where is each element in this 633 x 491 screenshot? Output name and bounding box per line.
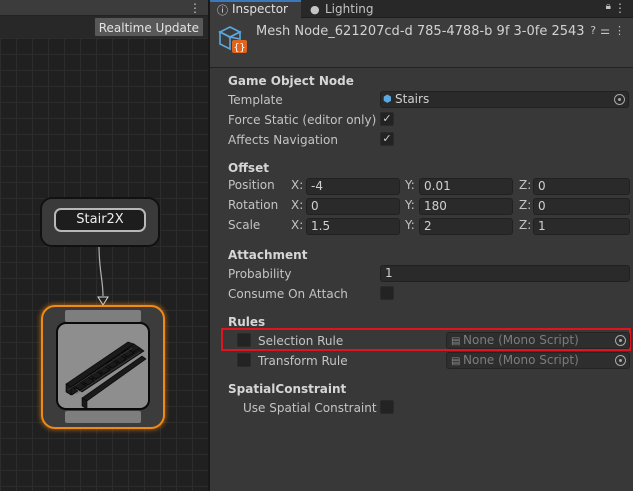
graph-node-stair2x[interactable]: Stair2X <box>40 197 160 247</box>
help-icon[interactable]: ? <box>590 24 600 37</box>
info-icon: ⓘ <box>217 4 228 17</box>
position-label: Position <box>228 178 275 192</box>
probability-field[interactable]: 1 <box>380 265 630 282</box>
transform-rule-field[interactable]: ▤ None (Mono Script) <box>446 352 630 369</box>
axis-z-label: Z: <box>519 218 532 232</box>
scale-y-field[interactable]: 2 <box>419 218 513 235</box>
template-label: Template <box>228 93 283 107</box>
transform-rule-label: Transform Rule <box>258 354 348 368</box>
prefab-cube-icon: ⬢ <box>383 94 392 105</box>
rotation-x-field[interactable]: 0 <box>306 198 400 215</box>
object-title: Mesh Node_621207cd-d 785-4788-b 9f 3-0fe… <box>256 24 585 39</box>
section-attachment: Attachment <box>228 248 308 262</box>
axis-x-label: X: <box>291 218 304 232</box>
tab-lighting[interactable]: ● Lighting <box>303 0 383 18</box>
section-rules: Rules <box>228 315 266 329</box>
consume-on-attach-checkbox[interactable] <box>380 286 394 300</box>
section-spatial-constraint: SpatialConstraint <box>228 382 347 396</box>
section-game-object-node: Game Object Node <box>228 74 354 88</box>
transform-rule-value: None (Mono Script) <box>463 353 579 367</box>
scale-z-field[interactable]: 1 <box>533 218 630 235</box>
section-offset: Offset <box>228 161 269 175</box>
tab-inspector-label: Inspector <box>232 2 288 16</box>
graph-node-mesh-selected[interactable] <box>41 305 165 429</box>
template-value: Stairs <box>395 92 430 106</box>
transform-rule-checkbox[interactable] <box>237 353 251 367</box>
graph-panel[interactable]: ⋮ Realtime Update Stair2X <box>0 0 208 491</box>
axis-x-label: X: <box>291 178 304 192</box>
svg-text:{}: {} <box>233 43 245 54</box>
selection-rule-value: None (Mono Script) <box>463 333 579 347</box>
inspector-body: Game Object Node Template ⬢ Stairs Force… <box>210 68 633 491</box>
object-picker-icon[interactable] <box>614 94 625 105</box>
inspector-header: {} Mesh Node_621207cd-d 785-4788-b 9f 3-… <box>210 18 633 68</box>
scale-label: Scale <box>228 218 261 232</box>
affects-navigation-checkbox[interactable]: ✓ <box>380 132 394 146</box>
tab-inspector[interactable]: ⓘ Inspector <box>210 0 301 18</box>
script-file-icon: ▤ <box>451 336 461 347</box>
probability-label: Probability <box>228 267 292 281</box>
consume-on-attach-label: Consume On Attach <box>228 287 348 301</box>
affects-navigation-label: Affects Navigation <box>228 133 338 147</box>
position-y-field[interactable]: 0.01 <box>419 178 513 195</box>
rotation-label: Rotation <box>228 198 279 212</box>
axis-y-label: Y: <box>405 198 415 212</box>
axis-y-label: Y: <box>405 218 415 232</box>
axis-y-label: Y: <box>405 178 415 192</box>
rotation-y-field[interactable]: 180 <box>419 198 513 215</box>
rotation-z-field[interactable]: 0 <box>533 198 630 215</box>
object-picker-icon[interactable] <box>615 355 626 366</box>
axis-z-label: Z: <box>519 198 532 212</box>
settings-sliders-icon[interactable]: ⚌ <box>600 24 614 37</box>
inspector-panel: ⓘ Inspector ● Lighting 🔒︎ ⋮ {} Mesh Node… <box>210 0 633 491</box>
output-port[interactable] <box>65 411 141 423</box>
scale-x-field[interactable]: 1.5 <box>306 218 400 235</box>
selection-rule-field[interactable]: ▤ None (Mono Script) <box>446 332 630 349</box>
bulb-icon: ● <box>310 3 320 16</box>
node-label: Stair2X <box>54 208 146 232</box>
force-static-checkbox[interactable]: ✓ <box>380 112 394 126</box>
header-icons: ?⚌⋮ <box>590 24 629 37</box>
selection-rule-label: Selection Rule <box>258 334 344 348</box>
script-file-icon: ▤ <box>451 356 461 367</box>
tab-bar: ⓘ Inspector ● Lighting 🔒︎ ⋮ <box>210 0 633 18</box>
use-spatial-constraint-label: Use Spatial Constraint <box>243 401 377 415</box>
axis-x-label: X: <box>291 198 304 212</box>
kebab-menu-icon[interactable]: ⋮ <box>614 24 629 37</box>
position-x-field[interactable]: -4 <box>306 178 400 195</box>
template-field[interactable]: ⬢ Stairs <box>380 91 629 108</box>
kebab-menu-icon[interactable]: ⋮ <box>614 1 626 15</box>
position-z-field[interactable]: 0 <box>533 178 630 195</box>
lock-icon[interactable]: 🔒︎ <box>606 1 611 12</box>
tab-lighting-label: Lighting <box>325 2 374 16</box>
axis-z-label: Z: <box>519 178 532 192</box>
selection-rule-checkbox[interactable] <box>237 333 251 347</box>
force-static-label: Force Static (editor only) <box>228 113 377 127</box>
use-spatial-constraint-checkbox[interactable] <box>380 400 394 414</box>
input-port[interactable] <box>65 310 141 322</box>
mesh-preview-stairs <box>56 322 150 410</box>
prefab-cube-icon: {} <box>218 26 247 54</box>
object-picker-icon[interactable] <box>615 335 626 346</box>
